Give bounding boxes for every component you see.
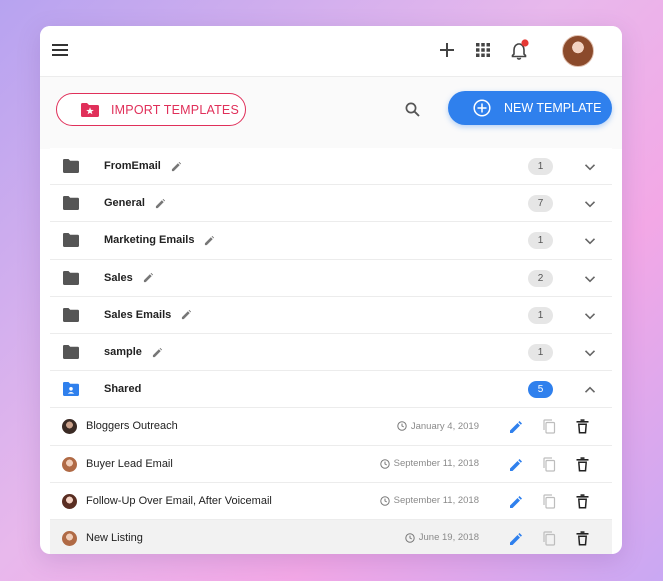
import-templates-button[interactable]: IMPORT TEMPLATES [56,93,246,126]
chevron-down-icon[interactable] [583,160,597,174]
folder-count-badge: 1 [528,232,553,250]
folder-row-general[interactable]: General 7 [50,185,612,223]
template-row[interactable]: Bloggers Outreach January 4, 2019 [50,408,612,446]
folder-count-badge: 1 [528,343,553,361]
delete-trash-icon[interactable] [576,531,589,546]
new-template-label: NEW TEMPLATE [504,101,602,115]
menu-icon[interactable] [50,40,70,60]
folder-count-badge: 5 [528,381,553,399]
edit-pencil-icon[interactable] [509,495,523,509]
folder-icon [63,270,79,285]
template-date: September 11, 2018 [393,458,479,470]
chevron-up-icon[interactable] [583,383,597,397]
template-date: September 11, 2018 [393,495,479,507]
template-folder-list: FromEmail 1 General 7 Marketing Emails 1… [50,148,612,554]
delete-trash-icon[interactable] [576,493,589,509]
template-row[interactable]: Follow-Up Over Email, After Voicemail Se… [50,482,612,520]
folder-row-sales[interactable]: Sales 2 [50,259,612,297]
notification-dot [521,39,529,47]
template-row[interactable]: Buyer Lead Email September 11, 2018 [50,445,612,483]
folder-name: Sales [104,271,133,284]
folder-name: Sales Emails [104,308,172,321]
folder-name: FromEmail [104,160,161,173]
chevron-down-icon[interactable] [583,197,597,211]
rename-pencil-icon[interactable] [181,309,192,320]
shared-folder-icon [63,382,79,397]
folder-name: General [104,197,145,210]
template-date: June 19, 2018 [418,532,479,544]
template-name: Bloggers Outreach [86,420,178,433]
chevron-down-icon[interactable] [583,272,597,286]
folder-row-fromemail[interactable]: FromEmail 1 [50,148,612,186]
folder-row-sales-emails[interactable]: Sales Emails 1 [50,296,612,334]
folder-icon [63,344,79,359]
template-date: January 4, 2019 [410,420,479,432]
search-icon[interactable] [402,99,422,119]
clock-icon [379,496,390,506]
folder-star-icon [81,102,99,117]
author-avatar [62,493,77,509]
chevron-down-icon[interactable] [583,234,597,248]
import-templates-label: IMPORT TEMPLATES [111,102,239,117]
apps-grid-icon[interactable] [473,40,493,60]
copy-icon[interactable] [542,494,556,509]
clock-icon [405,533,415,543]
folder-name: sample [104,346,142,359]
template-name: Buyer Lead Email [86,457,173,470]
templates-panel: IMPORT TEMPLATES NEW TEMPLATE FromEmail … [40,26,622,554]
rename-pencil-icon[interactable] [171,161,182,172]
template-row[interactable]: New Listing June 19, 2018 [50,519,612,554]
folder-row-marketing-emails[interactable]: Marketing Emails 1 [50,222,612,260]
user-avatar[interactable] [562,35,594,67]
folder-count-badge: 1 [528,306,553,324]
copy-icon[interactable] [542,531,556,546]
clock-icon [397,421,407,432]
add-circle-icon [473,99,491,117]
folder-icon [63,196,79,211]
rename-pencil-icon[interactable] [204,235,215,246]
copy-icon[interactable] [542,456,556,472]
edit-pencil-icon[interactable] [509,532,523,546]
chevron-down-icon[interactable] [583,346,597,360]
copy-icon[interactable] [542,419,556,434]
notifications-bell-icon[interactable] [509,38,531,62]
clock-icon [379,458,390,469]
folder-row-shared[interactable]: Shared 5 [50,371,612,409]
edit-pencil-icon[interactable] [509,420,523,434]
folder-icon [63,233,79,248]
author-avatar [62,530,77,546]
folder-count-badge: 2 [528,269,553,287]
template-name: New Listing [86,531,143,544]
top-app-bar [40,26,622,77]
rename-pencil-icon[interactable] [143,272,154,283]
new-template-button[interactable]: NEW TEMPLATE [448,91,612,125]
add-icon[interactable] [436,39,458,61]
folder-row-sample[interactable]: sample 1 [50,333,612,372]
folder-count-badge: 1 [528,158,553,175]
rename-pencil-icon[interactable] [155,198,166,209]
chevron-down-icon[interactable] [583,309,597,323]
folder-icon [63,307,79,322]
author-avatar [62,419,77,435]
folder-icon [63,159,79,173]
delete-trash-icon[interactable] [576,456,589,472]
author-avatar [62,456,77,472]
folder-name: Marketing Emails [104,234,195,247]
edit-pencil-icon[interactable] [509,458,523,472]
folder-name: Shared [104,383,142,396]
rename-pencil-icon[interactable] [152,347,163,358]
delete-trash-icon[interactable] [576,419,589,434]
folder-count-badge: 7 [528,195,553,213]
template-name: Follow-Up Over Email, After Voicemail [86,494,272,507]
